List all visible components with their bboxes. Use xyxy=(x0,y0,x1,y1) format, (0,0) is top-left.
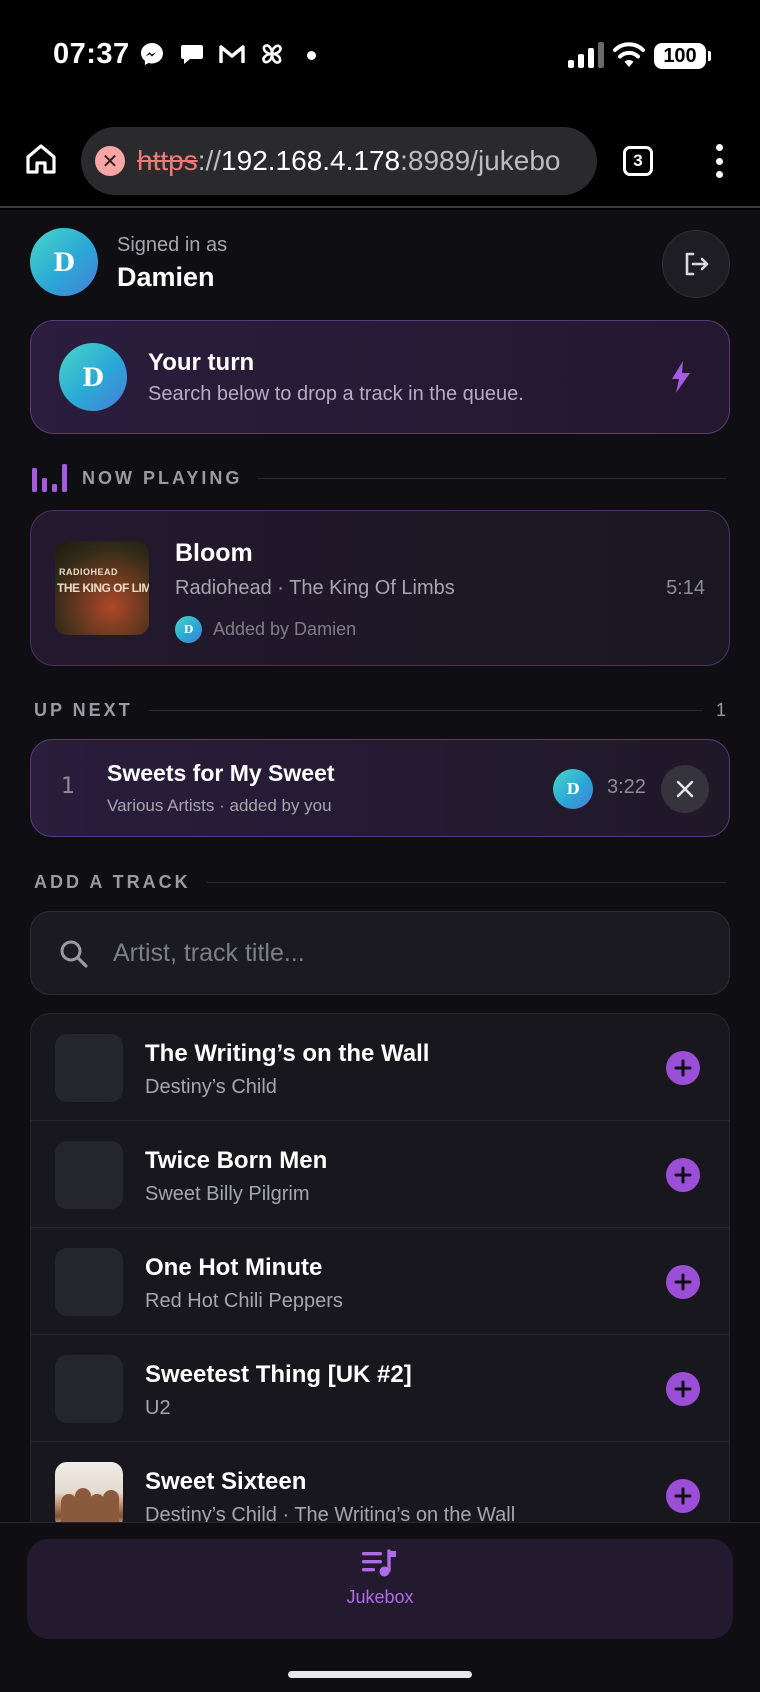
now-playing-header: NOW PLAYING xyxy=(32,464,726,492)
queue-added-by-avatar: D xyxy=(553,769,593,809)
turn-subtitle: Search below to drop a track in the queu… xyxy=(148,383,524,405)
plus-icon xyxy=(674,1380,692,1398)
queue-track-subtitle: Various Artists · added by you xyxy=(107,796,332,815)
status-bar: 07:37 100 xyxy=(0,0,760,112)
equalizer-icon xyxy=(32,464,67,492)
result-artist: Red Hot Chili Peppers xyxy=(145,1290,343,1312)
search-icon xyxy=(59,939,89,974)
now-playing-artist-album: Radiohead · The King Of Limbs xyxy=(175,577,455,599)
home-indicator[interactable] xyxy=(288,1671,472,1678)
queue-track-title: Sweets for My Sweet xyxy=(107,760,335,786)
jukebox-page: D Signed in as Damien D Your turn Search… xyxy=(0,210,760,1522)
plus-icon xyxy=(674,1273,692,1291)
plus-icon xyxy=(674,1487,692,1505)
result-title: The Writing’s on the Wall xyxy=(145,1040,430,1067)
result-thumbnail xyxy=(55,1355,123,1423)
overflow-menu-icon[interactable] xyxy=(712,144,726,178)
add-to-queue-button[interactable] xyxy=(666,1051,700,1085)
gmail-icon xyxy=(218,40,246,68)
your-turn-card: D Your turn Search below to drop a track… xyxy=(30,320,730,434)
result-title: Twice Born Men xyxy=(145,1147,328,1174)
user-avatar: D xyxy=(30,228,98,296)
result-thumbnail xyxy=(55,1462,123,1522)
home-icon[interactable] xyxy=(24,142,58,181)
added-by-text: Added by Damien xyxy=(213,618,357,639)
result-artist: Sweet Billy Pilgrim xyxy=(145,1183,310,1205)
result-thumbnail xyxy=(55,1248,123,1316)
battery-indicator: 100 xyxy=(654,43,711,69)
now-playing-label: NOW PLAYING xyxy=(82,467,243,488)
more-notifications-dot xyxy=(307,51,316,60)
user-name: Damien xyxy=(117,262,215,292)
turn-avatar: D xyxy=(59,343,127,411)
result-artist: U2 xyxy=(145,1397,171,1419)
now-playing-card: RADIOHEAD THE KING OF LIMBS Bloom Radioh… xyxy=(30,510,730,666)
add-track-label: ADD A TRACK xyxy=(34,871,191,892)
signed-in-label: Signed in as xyxy=(117,234,228,256)
wifi-icon xyxy=(612,40,646,73)
turn-title: Your turn xyxy=(148,349,255,376)
now-playing-title: Bloom xyxy=(175,539,253,567)
lightning-bolt-icon xyxy=(671,361,691,398)
not-secure-icon[interactable]: ✕ xyxy=(95,146,125,176)
address-bar[interactable]: ✕ https://192.168.4.178:8989/jukebo xyxy=(81,127,597,195)
up-next-header: UP NEXT 1 xyxy=(34,698,726,722)
now-playing-album-art: RADIOHEAD THE KING OF LIMBS xyxy=(55,541,149,635)
chat-bubble-icon xyxy=(178,40,206,68)
add-to-queue-button[interactable] xyxy=(666,1265,700,1299)
browser-toolbar: ✕ https://192.168.4.178:8989/jukebo 3 xyxy=(0,112,760,208)
nav-item-jukebox[interactable]: Jukebox xyxy=(330,1549,430,1629)
result-thumbnail xyxy=(55,1034,123,1102)
album-art-text-1: RADIOHEAD xyxy=(59,567,119,577)
result-artist: Destiny’s Child · The Writing’s on the W… xyxy=(145,1504,516,1522)
plus-icon xyxy=(674,1166,692,1184)
logout-icon xyxy=(685,252,709,276)
url-host: 192.168.4.178 xyxy=(221,145,401,176)
up-next-label: UP NEXT xyxy=(34,699,133,720)
add-to-queue-button[interactable] xyxy=(666,1372,700,1406)
result-row[interactable]: Sweet Sixteen Destiny’s Child · The Writ… xyxy=(31,1442,729,1522)
added-by-avatar: D xyxy=(175,615,202,643)
nav-label-jukebox: Jukebox xyxy=(346,1587,414,1607)
result-title: Sweetest Thing [UK #2] xyxy=(145,1361,412,1388)
logout-button[interactable] xyxy=(662,230,730,298)
tab-switcher-button[interactable]: 3 xyxy=(623,146,653,176)
plus-icon xyxy=(674,1059,692,1077)
result-artist: Destiny’s Child xyxy=(145,1076,277,1098)
bottom-navigation: Jukebox xyxy=(0,1522,760,1692)
add-to-queue-button[interactable] xyxy=(666,1479,700,1513)
track-search-box xyxy=(30,911,730,995)
messenger-icon xyxy=(138,40,166,68)
url-separator: :// xyxy=(197,145,222,176)
playlist-music-icon xyxy=(362,1549,396,1577)
result-title: Sweet Sixteen xyxy=(145,1468,307,1495)
now-playing-added-by: D Added by Damien xyxy=(175,615,356,643)
result-thumbnail xyxy=(55,1141,123,1209)
album-art-text-2: THE KING OF LIMBS xyxy=(57,581,149,595)
url-text: https://192.168.4.178:8989/jukebo xyxy=(137,145,560,177)
queue-track-duration: 3:22 xyxy=(607,776,646,798)
add-to-queue-button[interactable] xyxy=(666,1158,700,1192)
track-search-input[interactable] xyxy=(113,922,693,984)
result-row[interactable]: Twice Born Men Sweet Billy Pilgrim xyxy=(31,1121,729,1228)
signal-icon xyxy=(568,42,604,73)
nav-bar: Jukebox xyxy=(27,1539,733,1639)
add-track-header: ADD A TRACK xyxy=(34,870,726,894)
remove-from-queue-button[interactable] xyxy=(661,765,709,813)
now-playing-duration: 5:14 xyxy=(666,577,705,599)
pinwheel-icon xyxy=(258,40,286,68)
result-row[interactable]: Sweetest Thing [UK #2] U2 xyxy=(31,1335,729,1442)
close-icon xyxy=(676,780,694,798)
queue-item: 1 Sweets for My Sweet Various Artists · … xyxy=(30,739,730,837)
search-results-list: The Writing’s on the Wall Destiny’s Chil… xyxy=(30,1013,730,1522)
result-title: One Hot Minute xyxy=(145,1254,323,1281)
queue-position: 1 xyxy=(61,774,75,799)
result-row[interactable]: One Hot Minute Red Hot Chili Peppers xyxy=(31,1228,729,1335)
up-next-count: 1 xyxy=(715,699,726,720)
url-path: :8989/jukebo xyxy=(400,145,561,176)
status-time: 07:37 xyxy=(53,38,130,70)
result-row[interactable]: The Writing’s on the Wall Destiny’s Chil… xyxy=(31,1014,729,1121)
url-protocol: https xyxy=(137,145,198,176)
user-header: D Signed in as Damien xyxy=(30,228,730,298)
